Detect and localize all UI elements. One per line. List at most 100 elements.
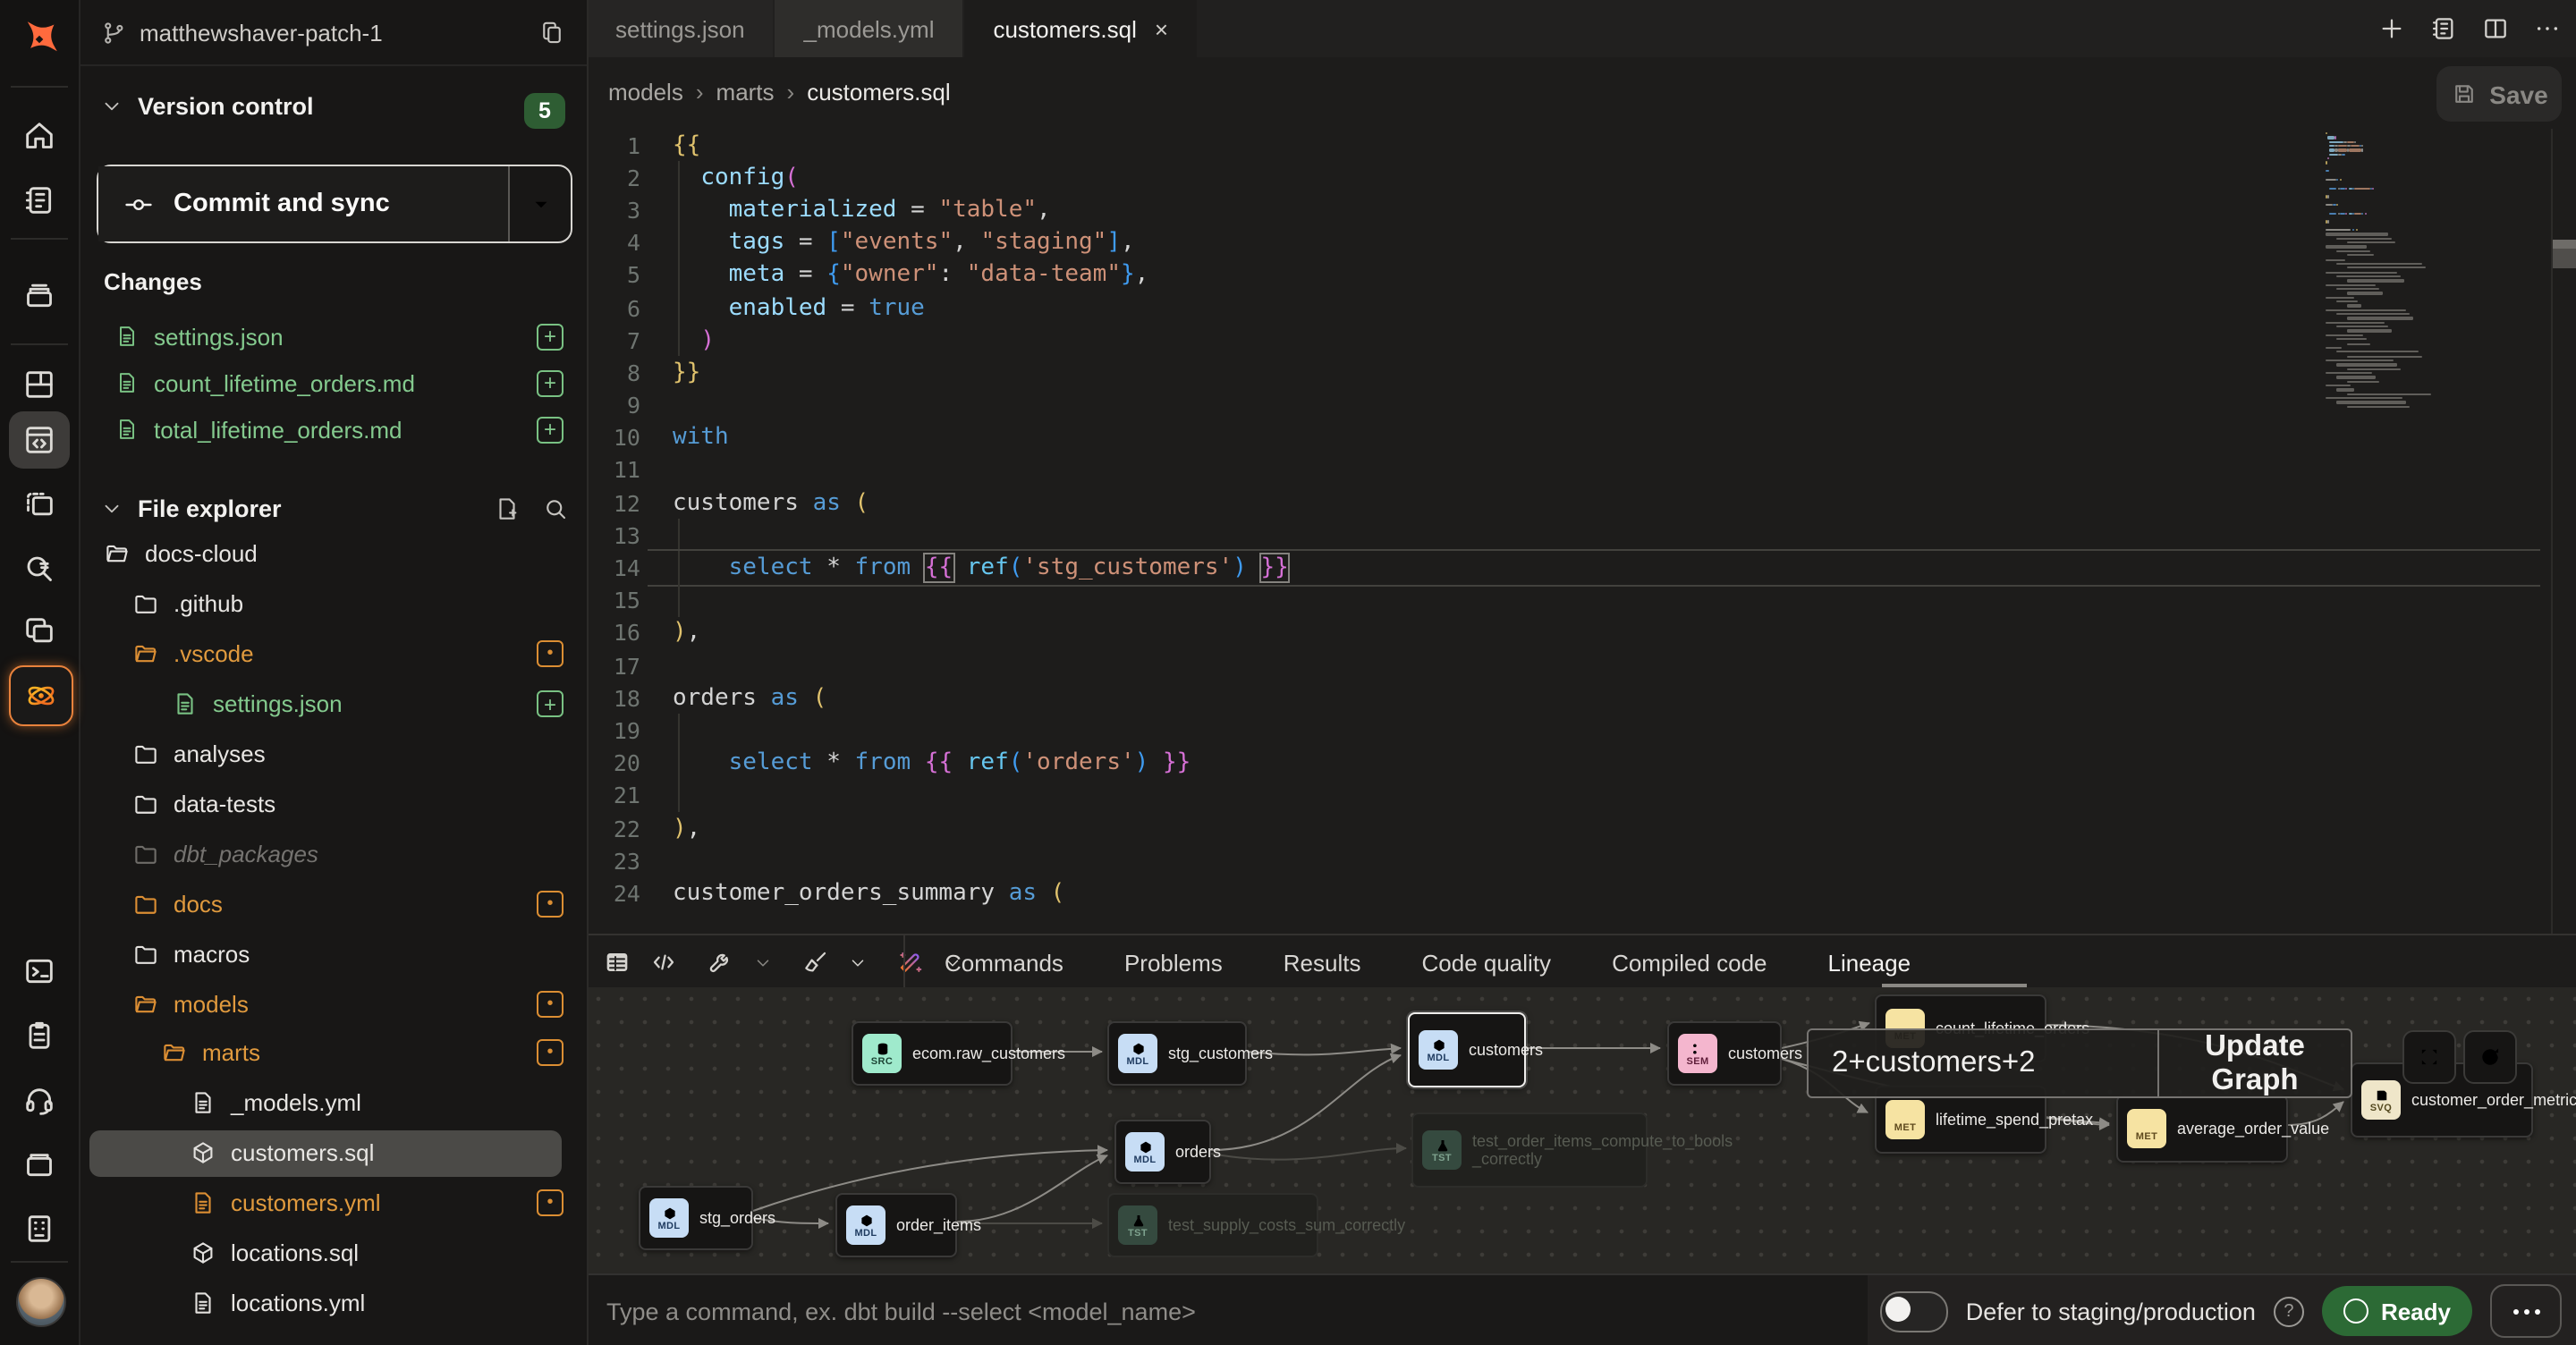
- code-editor[interactable]: 1{{2 config(3 materialized = "table",4 t…: [587, 129, 2576, 909]
- rail-terminal-button[interactable]: [9, 943, 70, 1000]
- ready-status-badge[interactable]: Ready: [2322, 1286, 2472, 1336]
- rail-windows-button[interactable]: [9, 603, 70, 660]
- chevron-down-icon: [100, 496, 123, 520]
- rail-headset-button[interactable]: [9, 1071, 70, 1129]
- file-tree-item-macros[interactable]: macros: [79, 928, 587, 978]
- more-actions-button[interactable]: [2490, 1284, 2562, 1338]
- rail-organization-button[interactable]: [9, 1200, 70, 1257]
- panel-tab-compiled-code[interactable]: Compiled code: [1612, 949, 1767, 976]
- editor-tab-_models.yml[interactable]: _models.yml: [775, 0, 963, 57]
- command-input[interactable]: Type a command, ex. dbt build --select <…: [587, 1275, 1868, 1345]
- breadcrumb-segment[interactable]: marts: [716, 79, 775, 106]
- file-tree-item-marts[interactable]: marts•: [79, 1028, 587, 1079]
- copy-icon[interactable]: [538, 19, 565, 46]
- chevron-down-icon[interactable]: [848, 952, 868, 972]
- lineage-selector-input[interactable]: 2+customers+2: [1809, 1046, 2157, 1080]
- stage-file-button[interactable]: +: [537, 323, 564, 350]
- lineage-node-stg_orders[interactable]: MDL stg_orders: [639, 1186, 753, 1250]
- file-tree-item-data-tests[interactable]: data-tests: [79, 779, 587, 829]
- new-tab-icon[interactable]: [2377, 14, 2406, 43]
- format-broom-icon[interactable]: [801, 948, 830, 977]
- panel-tab-lineage[interactable]: Lineage: [1828, 949, 1911, 976]
- commit-button-main[interactable]: Commit and sync: [98, 166, 508, 241]
- search-icon[interactable]: [542, 495, 569, 521]
- rail-code-editor-button[interactable]: [9, 411, 70, 469]
- rail-archive-button[interactable]: [9, 266, 70, 324]
- line-number: 4: [587, 229, 640, 256]
- close-tab-icon[interactable]: ×: [1155, 15, 1168, 42]
- split-editor-icon[interactable]: [2481, 14, 2510, 43]
- file-explorer-header[interactable]: File explorer: [79, 483, 587, 533]
- rail-copilot-button[interactable]: [9, 665, 73, 726]
- stage-file-button[interactable]: +: [537, 369, 564, 396]
- rail-docs-button[interactable]: [9, 172, 70, 229]
- lineage-node-orders[interactable]: MDL orders: [1114, 1120, 1211, 1184]
- code-line-18: 18orders as (: [587, 681, 2576, 714]
- defer-toggle[interactable]: [1880, 1290, 1948, 1332]
- changed-file-count_lifetime_orders.md[interactable]: count_lifetime_orders.md +: [79, 360, 587, 406]
- fullscreen-button[interactable]: [2402, 1030, 2456, 1084]
- panel-tab-results[interactable]: Results: [1284, 949, 1361, 976]
- changed-file-total_lifetime_orders.md[interactable]: total_lifetime_orders.md +: [79, 406, 587, 453]
- file-tree-item-.vscode[interactable]: .vscode•: [79, 630, 587, 680]
- results-table-icon[interactable]: [603, 948, 631, 977]
- update-graph-button[interactable]: Update Graph: [2159, 1029, 2351, 1097]
- folder-open-icon: [132, 640, 159, 667]
- file-tree-item-.github[interactable]: .github: [79, 579, 587, 630]
- app-window-icon: [21, 486, 57, 522]
- panel-tab-problems[interactable]: Problems: [1124, 949, 1223, 976]
- file-tree-item-settings.json[interactable]: settings.json+: [79, 679, 587, 729]
- editor-tab-customers.sql[interactable]: customers.sql×: [964, 0, 1197, 57]
- commit-dropdown-button[interactable]: [510, 166, 571, 241]
- rail-grid-button[interactable]: [9, 356, 70, 413]
- code-view-icon[interactable]: [649, 948, 678, 977]
- file-tree-item-docs-cloud[interactable]: docs-cloud: [79, 529, 587, 579]
- dbt-logo-icon[interactable]: [14, 14, 64, 64]
- lineage-node-raw_customers[interactable]: SRC ecom.raw_customers: [852, 1021, 1013, 1086]
- notebook-list-icon[interactable]: [2429, 14, 2458, 43]
- file-name: customers.yml: [231, 1189, 537, 1216]
- minimap-slider[interactable]: [2553, 240, 2576, 249]
- rail-projects-button[interactable]: [9, 1136, 70, 1193]
- file-tree-item-docs[interactable]: docs•: [79, 879, 587, 929]
- help-icon[interactable]: ?: [2274, 1296, 2304, 1326]
- rail-clipboard-button[interactable]: [9, 1007, 70, 1064]
- rail-home-button[interactable]: [9, 107, 70, 165]
- file-tree-item-_models.yml[interactable]: _models.yml: [79, 1079, 587, 1129]
- lineage-node-average_order_value[interactable]: MET average_order_value: [2116, 1095, 2288, 1163]
- breadcrumb-segment[interactable]: models: [608, 79, 683, 106]
- lineage-node-customers_mdl[interactable]: MDL customers: [1408, 1012, 1526, 1087]
- file-tree-item-dbt_packages[interactable]: dbt_packages: [79, 829, 587, 879]
- branch-row[interactable]: matthewshaver-patch-1: [79, 0, 587, 66]
- file-tree-item-models[interactable]: models•: [79, 978, 587, 1028]
- stage-file-button[interactable]: +: [537, 416, 564, 443]
- file-tree-item-locations.yml[interactable]: locations.yml: [79, 1278, 587, 1328]
- lineage-node-customers_sem[interactable]: SEM customers: [1667, 1021, 1782, 1086]
- editor-tab-settings.json[interactable]: settings.json: [587, 0, 774, 57]
- rail-app-window-button[interactable]: [9, 476, 70, 533]
- panel-tab-commands[interactable]: Commands: [945, 949, 1063, 976]
- file-tree-item-customers.sql[interactable]: customers.sql: [79, 1129, 587, 1179]
- refresh-graph-button[interactable]: [2463, 1030, 2517, 1084]
- build-wrench-icon[interactable]: [707, 948, 735, 977]
- save-button[interactable]: Save: [2436, 66, 2562, 122]
- new-file-icon[interactable]: [494, 495, 521, 521]
- breadcrumb-segment[interactable]: customers.sql: [807, 79, 950, 106]
- lineage-node-stg_customers[interactable]: MDL stg_customers: [1107, 1021, 1247, 1086]
- file-tree-item-customers.yml[interactable]: customers.yml•: [79, 1178, 587, 1228]
- lineage-node-test_order_items[interactable]: TST test_order_items_compute_to_bools _c…: [1411, 1112, 1648, 1188]
- ai-fix-wand-icon[interactable]: [896, 948, 925, 977]
- lineage-graph[interactable]: SRC ecom.raw_customers MDL stg_customers…: [587, 987, 2576, 1273]
- file-tree-item-locations.sql[interactable]: locations.sql: [79, 1228, 587, 1278]
- lineage-node-test_supply[interactable]: TST test_supply_costs_sum_correctly: [1107, 1193, 1318, 1257]
- chevron-down-icon[interactable]: [753, 952, 773, 972]
- file-tree-item-analyses[interactable]: analyses: [79, 729, 587, 779]
- panel-tab-code-quality[interactable]: Code quality: [1422, 949, 1552, 976]
- rail-audit-search-button[interactable]: [9, 540, 70, 597]
- user-avatar[interactable]: [16, 1277, 66, 1327]
- breadcrumb[interactable]: models›marts›customers.sql: [608, 79, 951, 106]
- changed-file-settings.json[interactable]: settings.json +: [79, 313, 587, 360]
- more-options-icon[interactable]: [2533, 14, 2562, 43]
- lineage-node-order_items[interactable]: MDL order_items: [835, 1193, 957, 1257]
- version-control-header[interactable]: Version control: [100, 93, 314, 120]
